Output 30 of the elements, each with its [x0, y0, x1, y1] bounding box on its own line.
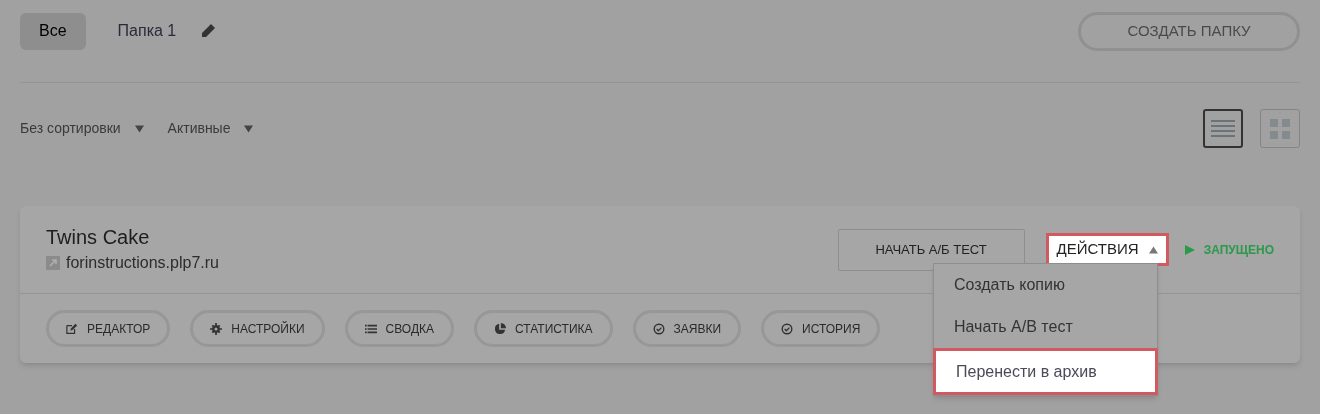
card-action-button[interactable]: НАСТРОЙКИ — [190, 310, 325, 347]
filter-dropdown[interactable]: Активные — [167, 118, 254, 139]
card-action-button[interactable]: СВОДКА — [344, 310, 455, 347]
list-icon — [364, 322, 377, 335]
check-circle-icon — [781, 322, 794, 335]
caret-icon — [244, 124, 254, 133]
card-action-button[interactable]: ИСТОРИЯ — [761, 310, 881, 347]
grid-icon — [1270, 118, 1290, 139]
status-label: ЗАПУЩЕНО — [1203, 241, 1274, 259]
card-action-button[interactable]: ЗАЯВКИ — [632, 310, 742, 347]
caret-icon — [134, 124, 144, 133]
folder-tab[interactable]: Все — [20, 12, 86, 50]
menu-item[interactable]: Перенести в архив — [933, 348, 1158, 395]
caret-icon — [1148, 245, 1158, 254]
play-icon — [1184, 244, 1195, 255]
filter-dropdown[interactable]: Без сортировки — [20, 118, 144, 139]
create-folder-button[interactable]: СОЗДАТЬ ПАПКУ — [1078, 11, 1300, 51]
list-view-button[interactable] — [1203, 109, 1243, 148]
project-link[interactable]: forinstructions.plp7.ru — [66, 251, 219, 275]
check-circle-icon — [652, 322, 665, 335]
edit-icon — [66, 322, 78, 335]
card-action-button[interactable]: РЕДАКТОР — [46, 310, 171, 347]
pencil-icon[interactable] — [200, 23, 217, 39]
gear-icon — [210, 322, 223, 335]
project-title: Twins Cake — [46, 225, 151, 250]
card-action-button[interactable]: СТАТИСТИКА — [474, 310, 613, 347]
pie-chart-icon — [494, 322, 507, 335]
list-icon — [1211, 118, 1235, 139]
folder-tab[interactable]: Папка 1 — [105, 12, 189, 50]
menu-item[interactable]: Начать A/B тест — [934, 306, 1157, 348]
